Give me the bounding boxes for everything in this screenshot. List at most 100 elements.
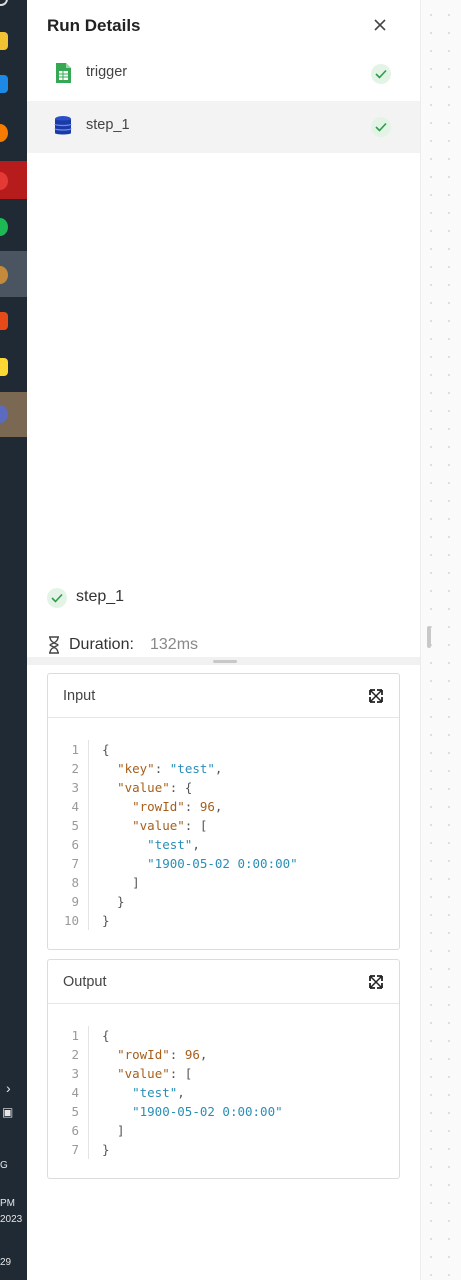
code-text: ] — [102, 1121, 125, 1140]
code-line: 4 "test", — [48, 1083, 399, 1102]
panel-resize-handle[interactable] — [427, 626, 431, 648]
code-line: 3 "value": [ — [48, 1064, 399, 1083]
code-token: , — [214, 761, 223, 776]
code-token: { — [102, 742, 110, 757]
code-token: } — [102, 913, 110, 928]
code-line: 1{ — [48, 740, 399, 759]
line-number: 2 — [71, 1047, 79, 1062]
code-token: , — [199, 1047, 208, 1062]
step-row-trigger[interactable]: trigger — [27, 48, 420, 100]
folder-icon[interactable] — [0, 32, 8, 50]
app-blue-icon[interactable] — [0, 75, 8, 93]
expand-icon — [369, 975, 383, 989]
code-text: "value": [ — [102, 1064, 192, 1083]
notes-icon[interactable] — [0, 358, 8, 376]
code-text: "test", — [102, 1083, 185, 1102]
app-orange-icon[interactable] — [0, 312, 8, 330]
code-text: "rowId": 96, — [102, 797, 222, 816]
step-row-step-1[interactable]: step_1 — [27, 101, 420, 153]
code-text: "test", — [102, 835, 200, 854]
close-button[interactable] — [369, 14, 391, 36]
line-number: 8 — [71, 875, 79, 890]
duration-label: Duration: — [69, 636, 134, 653]
code-token: 96 — [199, 799, 215, 814]
input-card: Input 1{2 "key": "test", 3 "value": {4 "r… — [47, 673, 400, 950]
line-number: 7 — [71, 1142, 79, 1157]
code-text: "1900-05-02 0:00:00" — [102, 854, 298, 873]
output-card-header: Output — [48, 960, 399, 1004]
expand-input-button[interactable] — [368, 688, 384, 704]
code-text: "rowId": 96, — [102, 1045, 207, 1064]
code-token: "1900-05-02 0:00:00" — [147, 856, 298, 871]
chevron-right-icon[interactable]: › — [6, 1081, 11, 1095]
success-check-icon — [47, 588, 67, 608]
code-token: : — [154, 761, 170, 776]
database-icon — [54, 116, 72, 135]
clock-date[interactable]: 2023 — [0, 1214, 22, 1226]
run-details-panel: Run Details trigger step_1 step_1 Durati… — [27, 0, 420, 1280]
code-text: ] — [102, 873, 140, 892]
line-number: 3 — [71, 780, 79, 795]
browser-icon[interactable] — [0, 124, 8, 142]
success-check-icon — [371, 64, 391, 84]
spreadsheet-icon — [56, 63, 71, 83]
code-token: "test" — [147, 837, 193, 852]
code-line: 8 ] — [48, 873, 399, 892]
selected-step-name: step_1 — [76, 588, 125, 605]
line-number: 4 — [71, 799, 79, 814]
code-text: } — [102, 1140, 110, 1159]
code-text: { — [102, 740, 110, 759]
panel-title: Run Details — [47, 16, 141, 35]
code-token: "test" — [169, 761, 215, 776]
code-token: "key" — [117, 761, 155, 776]
duration-value: 132ms — [150, 636, 199, 653]
code-token: { — [102, 1028, 110, 1043]
line-number: 7 — [71, 856, 79, 871]
expand-icon — [369, 689, 383, 703]
input-card-title: Input — [63, 688, 96, 704]
output-card-title: Output — [63, 974, 107, 990]
code-token: "value" — [132, 818, 185, 833]
language-indicator[interactable]: G — [0, 1160, 8, 1172]
input-card-header: Input — [48, 674, 399, 718]
code-token: ] — [102, 875, 140, 890]
line-number: 3 — [71, 1066, 79, 1081]
os-taskbar: › ▣ G PM 2023 29 — [0, 0, 27, 1280]
notification-badge[interactable]: 29 — [0, 1257, 11, 1269]
line-number: 1 — [71, 1028, 79, 1043]
code-line: 2 "key": "test", — [48, 759, 399, 778]
code-line: 6 "test", — [48, 835, 399, 854]
network-icon[interactable]: ▣ — [2, 1106, 13, 1118]
output-card: Output 1{2 "rowId": 96, 3 "value": [4 "te… — [47, 959, 400, 1179]
clock-time[interactable]: PM — [0, 1198, 15, 1210]
step-label-step-1: step_1 — [86, 117, 130, 133]
line-number: 6 — [71, 837, 79, 852]
code-text: { — [102, 1026, 110, 1045]
expand-output-button[interactable] — [368, 974, 384, 990]
code-token: } — [102, 894, 125, 909]
hourglass-icon — [49, 636, 59, 654]
code-line: 3 "value": { — [48, 778, 399, 797]
code-line: 5 "1900-05-02 0:00:00" — [48, 1102, 399, 1121]
music-icon[interactable] — [0, 218, 8, 236]
split-drag-handle[interactable] — [213, 660, 237, 663]
code-line: 7 "1900-05-02 0:00:00" — [48, 854, 399, 873]
code-line: 7} — [48, 1140, 399, 1159]
code-line: 2 "rowId": 96, — [48, 1045, 399, 1064]
code-text: "value": { — [102, 778, 192, 797]
info-icon[interactable] — [0, 0, 8, 6]
output-json-viewer[interactable]: 1{2 "rowId": 96, 3 "value": [4 "test", 5 "… — [48, 1026, 399, 1159]
input-json-viewer[interactable]: 1{2 "key": "test", 3 "value": {4 "rowId":… — [48, 740, 399, 930]
code-token: , — [214, 799, 223, 814]
code-token: 96 — [184, 1047, 200, 1062]
code-line: 1{ — [48, 1026, 399, 1045]
line-number: 5 — [71, 1104, 79, 1119]
code-token: "value" — [117, 780, 170, 795]
code-token: "value" — [117, 1066, 170, 1081]
